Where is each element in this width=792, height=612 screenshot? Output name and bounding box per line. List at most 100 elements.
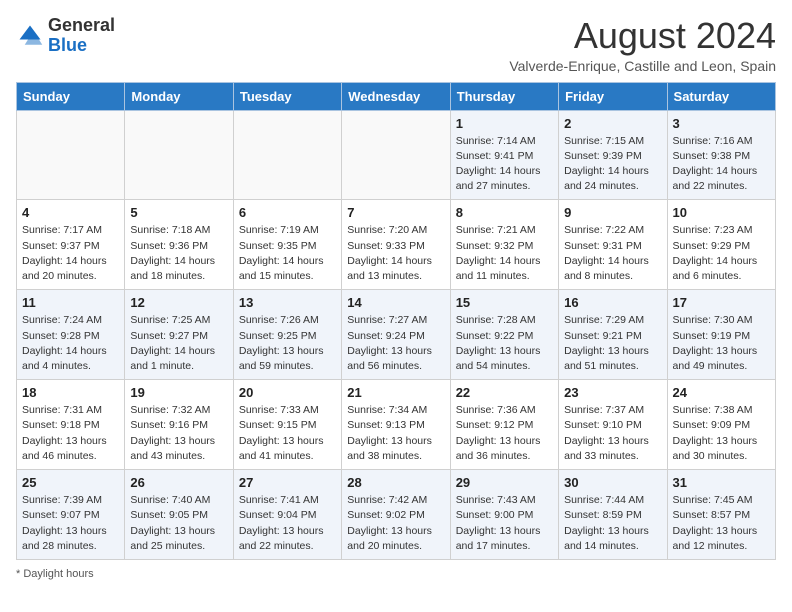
calendar-cell: 12 Sunrise: 7:25 AM Sunset: 9:27 PM Dayli… bbox=[125, 290, 233, 380]
day-info: Sunrise: 7:37 AM Sunset: 9:10 PM Dayligh… bbox=[564, 403, 661, 464]
calendar-col-header: Monday bbox=[125, 82, 233, 110]
day-info: Sunrise: 7:19 AM Sunset: 9:35 PM Dayligh… bbox=[239, 223, 336, 284]
day-info: Sunrise: 7:27 AM Sunset: 9:24 PM Dayligh… bbox=[347, 313, 444, 374]
day-number: 26 bbox=[130, 475, 227, 490]
calendar-cell: 22 Sunrise: 7:36 AM Sunset: 9:12 PM Dayli… bbox=[450, 380, 558, 470]
calendar-week-row: 1Sunrise: 7:14 AM Sunset: 9:41 PM Daylig… bbox=[17, 110, 776, 200]
day-info: Sunrise: 7:36 AM Sunset: 9:12 PM Dayligh… bbox=[456, 403, 553, 464]
day-number: 6 bbox=[239, 205, 336, 220]
calendar-cell: 17 Sunrise: 7:30 AM Sunset: 9:19 PM Dayli… bbox=[667, 290, 775, 380]
day-number: 19 bbox=[130, 385, 227, 400]
calendar-cell: 11 Sunrise: 7:24 AM Sunset: 9:28 PM Dayli… bbox=[17, 290, 125, 380]
day-info: Sunrise: 7:24 AM Sunset: 9:28 PM Dayligh… bbox=[22, 313, 119, 374]
logo-text: General Blue bbox=[48, 16, 115, 56]
calendar-cell: 18 Sunrise: 7:31 AM Sunset: 9:18 PM Dayli… bbox=[17, 380, 125, 470]
day-number: 1 bbox=[456, 116, 553, 131]
day-number: 8 bbox=[456, 205, 553, 220]
calendar-cell: 31Sunrise: 7:45 AM Sunset: 8:57 PM Dayli… bbox=[667, 470, 775, 560]
day-info: Sunrise: 7:41 AM Sunset: 9:04 PM Dayligh… bbox=[239, 493, 336, 554]
day-number: 16 bbox=[564, 295, 661, 310]
calendar-col-header: Tuesday bbox=[233, 82, 341, 110]
day-number: 31 bbox=[673, 475, 770, 490]
day-number: 29 bbox=[456, 475, 553, 490]
day-number: 25 bbox=[22, 475, 119, 490]
day-info: Sunrise: 7:28 AM Sunset: 9:22 PM Dayligh… bbox=[456, 313, 553, 374]
day-info: Sunrise: 7:34 AM Sunset: 9:13 PM Dayligh… bbox=[347, 403, 444, 464]
day-info: Sunrise: 7:15 AM Sunset: 9:39 PM Dayligh… bbox=[564, 134, 661, 195]
daylight-hours-label: Daylight hours bbox=[23, 568, 93, 580]
calendar-cell: 14 Sunrise: 7:27 AM Sunset: 9:24 PM Dayli… bbox=[342, 290, 450, 380]
calendar-cell: 9 Sunrise: 7:22 AM Sunset: 9:31 PM Daylig… bbox=[559, 200, 667, 290]
day-info: Sunrise: 7:17 AM Sunset: 9:37 PM Dayligh… bbox=[22, 223, 119, 284]
day-info: Sunrise: 7:21 AM Sunset: 9:32 PM Dayligh… bbox=[456, 223, 553, 284]
calendar-cell: 13 Sunrise: 7:26 AM Sunset: 9:25 PM Dayli… bbox=[233, 290, 341, 380]
day-number: 20 bbox=[239, 385, 336, 400]
calendar-cell: 26Sunrise: 7:40 AM Sunset: 9:05 PM Dayli… bbox=[125, 470, 233, 560]
calendar-cell: 25 Sunrise: 7:39 AM Sunset: 9:07 PM Dayli… bbox=[17, 470, 125, 560]
calendar-cell: 1Sunrise: 7:14 AM Sunset: 9:41 PM Daylig… bbox=[450, 110, 558, 200]
calendar-cell bbox=[233, 110, 341, 200]
calendar-cell bbox=[125, 110, 233, 200]
day-info: Sunrise: 7:20 AM Sunset: 9:33 PM Dayligh… bbox=[347, 223, 444, 284]
calendar-cell: 30Sunrise: 7:44 AM Sunset: 8:59 PM Dayli… bbox=[559, 470, 667, 560]
day-info: Sunrise: 7:31 AM Sunset: 9:18 PM Dayligh… bbox=[22, 403, 119, 464]
calendar-cell: 27 Sunrise: 7:41 AM Sunset: 9:04 PM Dayli… bbox=[233, 470, 341, 560]
day-number: 13 bbox=[239, 295, 336, 310]
day-number: 3 bbox=[673, 116, 770, 131]
day-number: 5 bbox=[130, 205, 227, 220]
calendar-cell: 8 Sunrise: 7:21 AM Sunset: 9:32 PM Daylig… bbox=[450, 200, 558, 290]
calendar-cell: 21 Sunrise: 7:34 AM Sunset: 9:13 PM Dayli… bbox=[342, 380, 450, 470]
calendar-cell: 28 Sunrise: 7:42 AM Sunset: 9:02 PM Dayli… bbox=[342, 470, 450, 560]
calendar-cell bbox=[342, 110, 450, 200]
calendar-cell: 15 Sunrise: 7:28 AM Sunset: 9:22 PM Dayli… bbox=[450, 290, 558, 380]
day-number: 12 bbox=[130, 295, 227, 310]
calendar-cell: 19 Sunrise: 7:32 AM Sunset: 9:16 PM Dayli… bbox=[125, 380, 233, 470]
day-info: Sunrise: 7:30 AM Sunset: 9:19 PM Dayligh… bbox=[673, 313, 770, 374]
calendar-cell: 3 Sunrise: 7:16 AM Sunset: 9:38 PM Daylig… bbox=[667, 110, 775, 200]
calendar-col-header: Friday bbox=[559, 82, 667, 110]
day-number: 24 bbox=[673, 385, 770, 400]
day-info: Sunrise: 7:39 AM Sunset: 9:07 PM Dayligh… bbox=[22, 493, 119, 554]
calendar-cell: 2 Sunrise: 7:15 AM Sunset: 9:39 PM Daylig… bbox=[559, 110, 667, 200]
calendar-cell: 16Sunrise: 7:29 AM Sunset: 9:21 PM Dayli… bbox=[559, 290, 667, 380]
day-info: Sunrise: 7:16 AM Sunset: 9:38 PM Dayligh… bbox=[673, 134, 770, 195]
title-block: August 2024 Valverde-Enrique, Castille a… bbox=[509, 16, 776, 74]
day-info: Sunrise: 7:43 AM Sunset: 9:00 PM Dayligh… bbox=[456, 493, 553, 554]
day-number: 22 bbox=[456, 385, 553, 400]
calendar-col-header: Wednesday bbox=[342, 82, 450, 110]
calendar-cell: 10Sunrise: 7:23 AM Sunset: 9:29 PM Dayli… bbox=[667, 200, 775, 290]
day-info: Sunrise: 7:42 AM Sunset: 9:02 PM Dayligh… bbox=[347, 493, 444, 554]
day-number: 15 bbox=[456, 295, 553, 310]
logo: General Blue bbox=[16, 16, 115, 56]
calendar-col-header: Sunday bbox=[17, 82, 125, 110]
day-info: Sunrise: 7:22 AM Sunset: 9:31 PM Dayligh… bbox=[564, 223, 661, 284]
day-number: 28 bbox=[347, 475, 444, 490]
day-number: 27 bbox=[239, 475, 336, 490]
calendar-cell: 5Sunrise: 7:18 AM Sunset: 9:36 PM Daylig… bbox=[125, 200, 233, 290]
calendar-table: SundayMondayTuesdayWednesdayThursdayFrid… bbox=[16, 82, 776, 560]
logo-icon bbox=[16, 22, 44, 50]
calendar-week-row: 11 Sunrise: 7:24 AM Sunset: 9:28 PM Dayli… bbox=[17, 290, 776, 380]
day-number: 4 bbox=[22, 205, 119, 220]
day-number: 9 bbox=[564, 205, 661, 220]
day-number: 17 bbox=[673, 295, 770, 310]
day-number: 18 bbox=[22, 385, 119, 400]
calendar-body: 1Sunrise: 7:14 AM Sunset: 9:41 PM Daylig… bbox=[17, 110, 776, 559]
day-number: 14 bbox=[347, 295, 444, 310]
calendar-cell: 7 Sunrise: 7:20 AM Sunset: 9:33 PM Daylig… bbox=[342, 200, 450, 290]
day-info: Sunrise: 7:32 AM Sunset: 9:16 PM Dayligh… bbox=[130, 403, 227, 464]
day-info: Sunrise: 7:25 AM Sunset: 9:27 PM Dayligh… bbox=[130, 313, 227, 374]
day-info: Sunrise: 7:26 AM Sunset: 9:25 PM Dayligh… bbox=[239, 313, 336, 374]
logo-general: General bbox=[48, 15, 115, 35]
day-number: 2 bbox=[564, 116, 661, 131]
day-number: 21 bbox=[347, 385, 444, 400]
day-info: Sunrise: 7:23 AM Sunset: 9:29 PM Dayligh… bbox=[673, 223, 770, 284]
calendar-cell: 6 Sunrise: 7:19 AM Sunset: 9:35 PM Daylig… bbox=[233, 200, 341, 290]
month-year: August 2024 bbox=[509, 16, 776, 56]
calendar-cell bbox=[17, 110, 125, 200]
logo-blue: Blue bbox=[48, 35, 87, 55]
day-number: 7 bbox=[347, 205, 444, 220]
calendar-cell: 4 Sunrise: 7:17 AM Sunset: 9:37 PM Daylig… bbox=[17, 200, 125, 290]
day-number: 11 bbox=[22, 295, 119, 310]
footer-note: * Daylight hours bbox=[16, 568, 776, 580]
